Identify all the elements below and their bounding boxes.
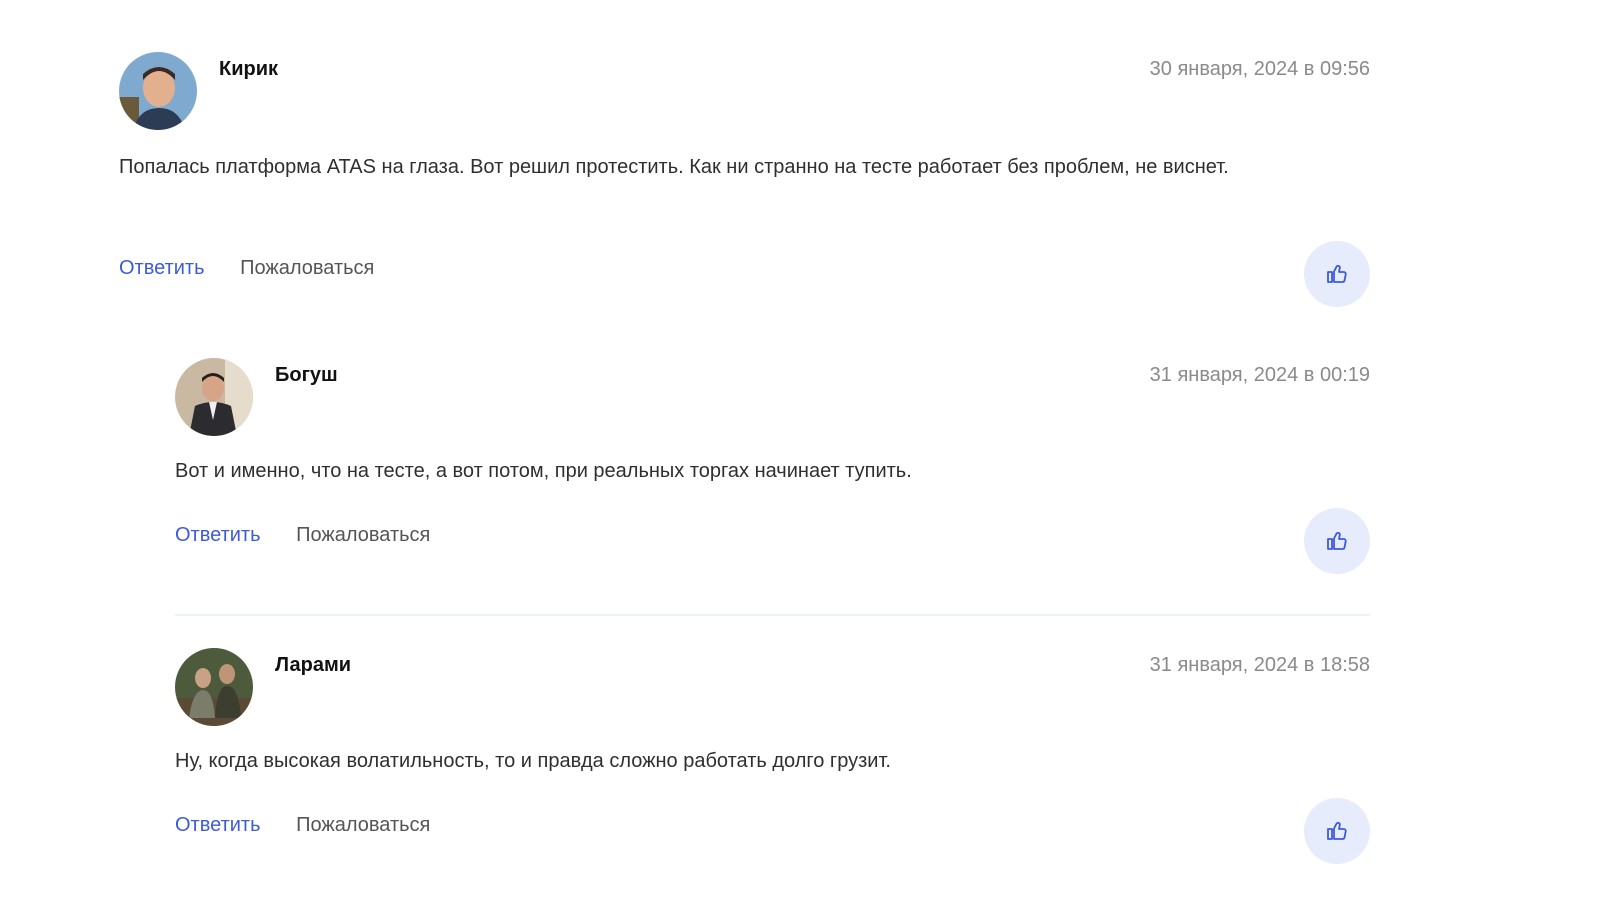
comment-date: 30 января, 2024 в 09:56 xyxy=(1149,58,1370,80)
comment-divider xyxy=(175,614,1370,616)
reply-link[interactable]: Ответить xyxy=(175,814,261,836)
avatar[interactable] xyxy=(175,648,253,726)
report-link[interactable]: Пожаловаться xyxy=(240,257,374,279)
thumbs-up-icon xyxy=(1327,531,1347,550)
comment-actions: Ответить Пожаловаться xyxy=(175,524,430,547)
avatar-image xyxy=(175,648,253,726)
comment-reply: Ларами 31 января, 2024 в 18:58 Ну, когда… xyxy=(175,648,1370,878)
reply-link[interactable]: Ответить xyxy=(119,257,205,279)
comment: Кирик 30 января, 2024 в 09:56 Попалась п… xyxy=(119,52,1370,312)
comment-author[interactable]: Ларами xyxy=(275,654,351,677)
comment-text: Попалась платформа ATAS на глаза. Вот ре… xyxy=(119,156,1229,178)
report-link[interactable]: Пожаловаться xyxy=(296,524,430,546)
comment-text: Ну, когда высокая волатильность, то и пр… xyxy=(175,750,891,772)
thumbs-up-icon xyxy=(1327,821,1347,840)
thumbs-up-icon xyxy=(1327,264,1347,283)
comment-reply: Богуш 31 января, 2024 в 00:19 Вот и имен… xyxy=(175,358,1370,588)
reply-link[interactable]: Ответить xyxy=(175,524,261,546)
comment-date: 31 января, 2024 в 00:19 xyxy=(1149,364,1370,386)
avatar-image xyxy=(175,358,253,436)
like-button[interactable] xyxy=(1304,241,1370,307)
comment-author[interactable]: Богуш xyxy=(275,364,338,387)
comment-text: Вот и именно, что на тесте, а вот потом,… xyxy=(175,460,912,482)
comment-date: 31 января, 2024 в 18:58 xyxy=(1149,654,1370,676)
like-button[interactable] xyxy=(1304,508,1370,574)
comment-actions: Ответить Пожаловаться xyxy=(119,257,374,280)
avatar[interactable] xyxy=(119,52,197,130)
avatar-image xyxy=(119,52,197,130)
comment-actions: Ответить Пожаловаться xyxy=(175,814,430,837)
report-link[interactable]: Пожаловаться xyxy=(296,814,430,836)
like-button[interactable] xyxy=(1304,798,1370,864)
avatar[interactable] xyxy=(175,358,253,436)
comment-author[interactable]: Кирик xyxy=(219,58,278,81)
